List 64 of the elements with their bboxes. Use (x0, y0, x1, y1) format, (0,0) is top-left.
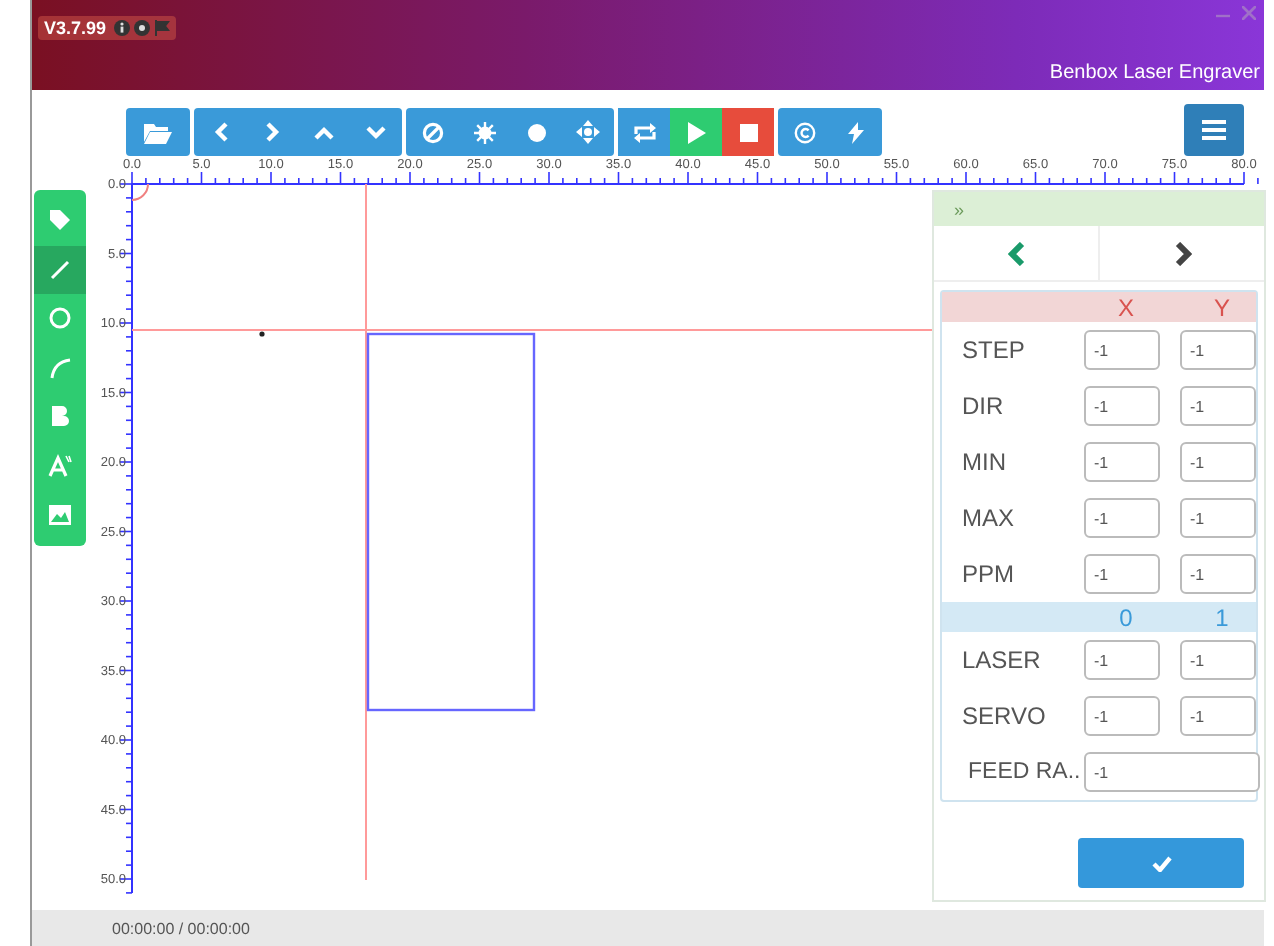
burst-icon (473, 121, 495, 143)
window-title: Benbox Laser Engraver (1049, 62, 1260, 84)
field-label: SERVO (960, 702, 1048, 730)
bolt-icon (848, 121, 864, 143)
menu-button[interactable] (1184, 104, 1244, 156)
menu-icon (1202, 120, 1226, 140)
point-marker (259, 331, 265, 337)
copyright-icon (793, 121, 815, 143)
bold-icon (50, 404, 70, 429)
field-label: MIN (960, 448, 1008, 476)
value-field[interactable]: -1 (1084, 386, 1160, 426)
column-header: 0 (1117, 603, 1135, 631)
field-label: MAX (960, 504, 1017, 532)
value-field[interactable]: -1 (1084, 696, 1160, 736)
repeat-icon (631, 121, 657, 143)
value-field[interactable]: -1 (1180, 498, 1256, 538)
field-label: STEP (960, 336, 1027, 364)
field-label: FEED RA.. (966, 760, 1078, 784)
folder-icon (144, 121, 172, 143)
field-label: DIR (960, 392, 1006, 420)
ban-icon (421, 121, 443, 143)
elapsed-time: 00:00:00 / 00:00:00 (112, 919, 250, 937)
tag-icon (48, 208, 72, 233)
value-field[interactable]: -1 (1180, 386, 1256, 426)
value-field[interactable]: -1 (1180, 696, 1256, 736)
value-field[interactable]: -1 (1084, 640, 1160, 680)
column-header: 1 (1213, 603, 1231, 631)
arc-icon (48, 355, 72, 380)
version-label: V3.7.99 (44, 18, 107, 38)
value-field[interactable]: -1 (1180, 330, 1256, 370)
value-field[interactable]: -1 (1180, 640, 1256, 680)
value-field[interactable]: -1 (1084, 752, 1260, 792)
circle-icon (48, 306, 72, 331)
chevron-up-icon (314, 125, 334, 139)
info-icon[interactable] (114, 20, 131, 36)
text-size-icon (48, 453, 72, 478)
chevron-left-icon (213, 122, 227, 142)
value-field[interactable]: -1 (1084, 442, 1160, 482)
line-icon (48, 257, 72, 282)
column-header: Y (1211, 293, 1232, 321)
value-field[interactable]: -1 (1180, 554, 1256, 594)
play-icon (687, 121, 705, 143)
origin-arc (131, 183, 149, 201)
value-field[interactable]: -1 (1084, 498, 1160, 538)
column-header: X (1115, 293, 1136, 321)
chevron-down-icon (366, 125, 386, 139)
image-icon (48, 503, 72, 526)
move-icon (576, 120, 600, 144)
field-label: LASER (960, 646, 1043, 674)
value-field[interactable]: -1 (1180, 442, 1256, 482)
value-field[interactable]: -1 (1084, 330, 1160, 370)
chevron-right-icon (1173, 241, 1191, 265)
dot-icon (525, 121, 547, 143)
check-icon (1151, 855, 1171, 871)
chevron-right-icon (265, 122, 279, 142)
field-label: PPM (960, 560, 1017, 588)
tool-button[interactable] (34, 245, 86, 294)
close-icon[interactable] (1242, 6, 1256, 20)
help-icon[interactable] (134, 20, 151, 36)
play-button[interactable] (670, 108, 722, 156)
stop-button[interactable] (722, 108, 774, 156)
stop-icon (739, 123, 757, 141)
chevron-left-icon (1007, 241, 1025, 265)
value-field[interactable]: -1 (1084, 554, 1160, 594)
